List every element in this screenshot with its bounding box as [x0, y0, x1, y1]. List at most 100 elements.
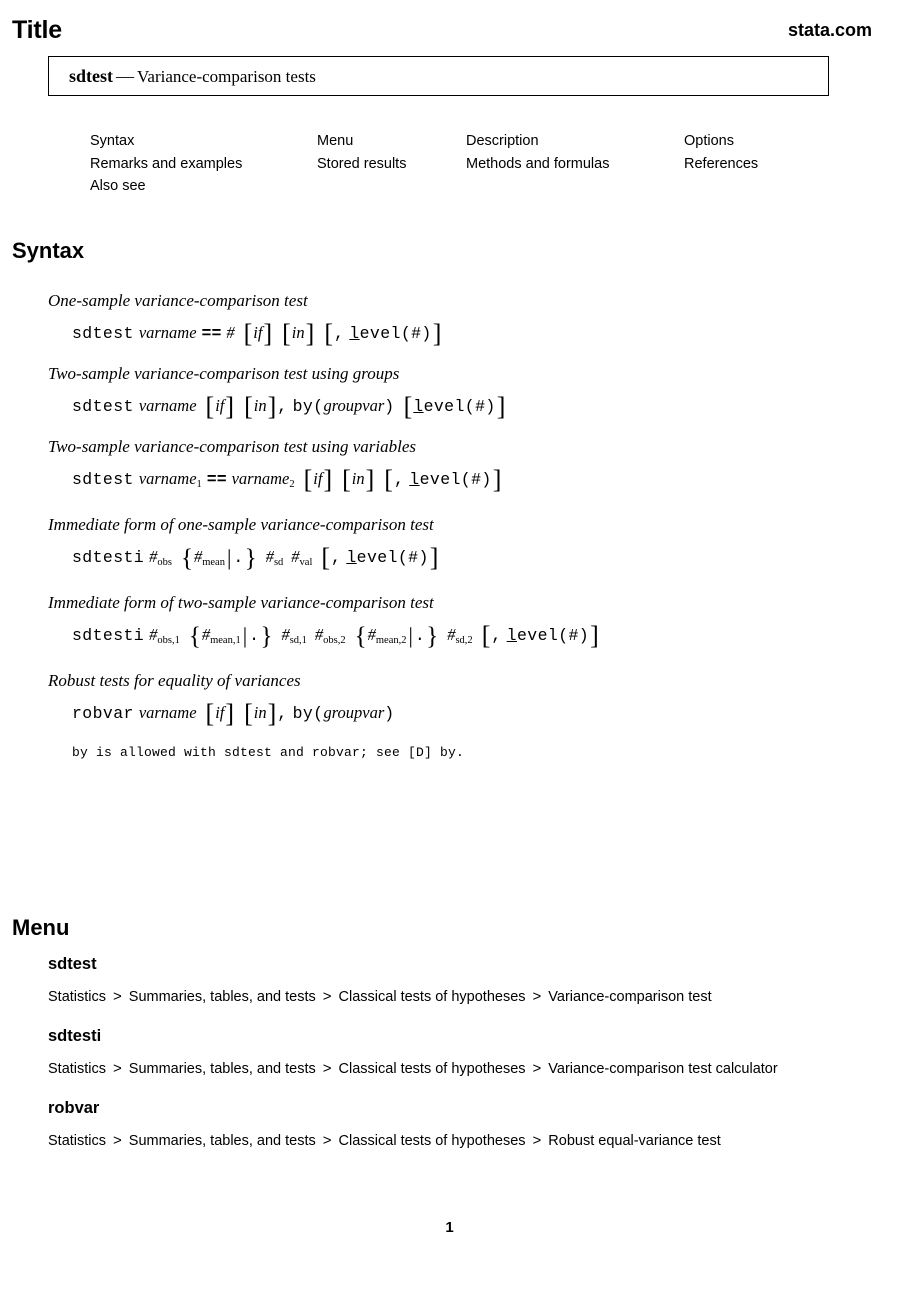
syntax-option-abbrev: l [349, 324, 360, 343]
subscript: mean [202, 557, 225, 568]
bracket-close-icon: ] [365, 465, 375, 494]
syntax-note: by is allowed with sdtest and robvar; se… [72, 745, 465, 760]
menu-entry-robvar: robvar Statistics > Summaries, tables, and… [0, 1096, 899, 1152]
menu-path-item: Variance-comparison test [548, 989, 712, 1005]
bracket-open-icon: [ [384, 465, 393, 494]
bracket-close-icon: ] [267, 699, 277, 728]
syntax-equality-operator: == [201, 324, 222, 343]
syntax-option-level: evel(#) [356, 548, 429, 567]
menu-entry-sdtest: sdtest Statistics > Summaries, tables, and… [0, 952, 899, 1008]
syntax-comma: , [491, 626, 502, 645]
bracket-close-icon: ] [432, 319, 442, 348]
bracket-close-icon: ] [225, 392, 235, 421]
menu-separator-icon: > [113, 1132, 122, 1149]
bracket-open-icon: [ [303, 465, 313, 494]
menu-path-item: Robust equal-variance test [548, 1133, 721, 1149]
brace-open-icon: { [180, 545, 193, 572]
syntax-in: in [291, 323, 305, 342]
toc-column-1: Syntax Remarks and examples Also see [90, 130, 242, 198]
subscript: obs,1 [157, 635, 180, 646]
toc-link-menu[interactable]: Menu [317, 130, 406, 153]
menu-path-item: Classical tests of hypotheses [338, 989, 526, 1005]
subscript: val [299, 557, 313, 568]
bracket-open-icon: [ [205, 699, 215, 728]
menu-command-name: sdtest [48, 955, 97, 973]
toc-link-references[interactable]: References [684, 153, 758, 176]
toc-link-methods-and-formulas[interactable]: Methods and formulas [466, 153, 609, 176]
toc-link-remarks-and-examples[interactable]: Remarks and examples [90, 153, 242, 176]
syntax-line: sdtest varname [if] [in], by(groupvar) [level… [72, 391, 899, 422]
syntax-command: sdtest [72, 324, 134, 343]
pipe-icon: | [242, 623, 248, 648]
bracket-close-icon: ] [323, 465, 333, 494]
section-heading-menu: Menu [12, 915, 70, 940]
syntax-option-level: evel(#) [423, 397, 496, 416]
syntax-dot: . [233, 548, 244, 567]
menu-separator-icon: > [322, 1060, 332, 1077]
menu-path-item: Summaries, tables, and tests [128, 989, 316, 1005]
syntax-hash-obs-1: #obs,1 [149, 625, 180, 646]
syntax-line: robvar varname [if] [in], by(groupvar) [72, 698, 899, 729]
syntax-command: sdtest [72, 397, 134, 416]
syntax-section: One-sample variance-comparison test sdte… [0, 288, 899, 760]
bracket-open-icon: [ [324, 319, 333, 348]
syntax-label: Robust tests for equality of variances [48, 671, 301, 690]
menu-separator-icon: > [322, 1132, 332, 1149]
toc-link-description[interactable]: Description [466, 130, 609, 153]
syntax-option-level: evel(#) [516, 626, 590, 645]
subscript: obs [157, 557, 172, 568]
syntax-option-abbrev: l [346, 548, 357, 567]
syntax-hash-obs: #obs [149, 547, 172, 568]
entry-dash: — [116, 66, 134, 86]
bracket-close-icon: ] [496, 392, 506, 421]
syntax-hash-sd: #sd [265, 547, 284, 568]
subscript: mean,1 [210, 635, 241, 646]
menu-path-item: Summaries, tables, and tests [128, 1061, 316, 1077]
syntax-label: One-sample variance-comparison test [48, 291, 308, 310]
toc-link-options[interactable]: Options [684, 130, 758, 153]
bracket-open-icon: [ [244, 392, 253, 421]
menu-separator-icon: > [113, 988, 122, 1005]
subscript: 2 [289, 479, 295, 490]
syntax-comma: , [277, 397, 288, 416]
menu-path-item: Classical tests of hypotheses [338, 1133, 526, 1149]
entry-title-text: sdtest — Variance-comparison tests [69, 66, 316, 87]
syntax-label: Two-sample variance-comparison test usin… [48, 437, 416, 456]
bracket-close-icon: ] [263, 319, 273, 348]
syntax-command: sdtest [72, 470, 134, 489]
syntax-if: if [215, 703, 225, 722]
syntax-hash-val: #val [291, 547, 313, 568]
subscript: 1 [196, 479, 202, 490]
syntax-option-level: evel(#) [359, 324, 432, 343]
syntax-group-one-sample: One-sample variance-comparison test sdte… [0, 288, 899, 349]
toc-link-stored-results[interactable]: Stored results [317, 153, 406, 176]
toc-link-syntax[interactable]: Syntax [90, 130, 242, 153]
bracket-open-icon: [ [205, 392, 215, 421]
subscript: sd [273, 557, 284, 568]
syntax-comma: , [331, 548, 342, 567]
syntax-hash-sd-2: #sd,2 [447, 625, 473, 646]
syntax-by-option: by( [292, 397, 324, 416]
page-title: Title [12, 16, 62, 44]
bracket-close-icon: ] [267, 392, 277, 421]
toc-link-also-see[interactable]: Also see [90, 175, 242, 198]
syntax-groupvar: groupvar [323, 703, 385, 722]
toc-column-4: Options References [684, 130, 758, 175]
entry-command-name: sdtest [69, 66, 113, 86]
document-page: Title stata.com sdtest — Variance-comparis… [0, 0, 899, 1315]
syntax-command: robvar [72, 704, 134, 723]
syntax-comma: , [393, 470, 405, 489]
syntax-paren-close: ) [384, 704, 395, 723]
menu-command-name: sdtesti [48, 1027, 102, 1045]
syntax-option-abbrev: l [506, 626, 517, 645]
syntax-label: Two-sample variance-comparison test usin… [48, 364, 400, 383]
syntax-group-two-sample-groups: Two-sample variance-comparison test usin… [0, 361, 899, 422]
menu-command-name: robvar [48, 1099, 100, 1117]
stata-com-link[interactable]: stata.com [788, 20, 872, 41]
syntax-group-robvar: Robust tests for equality of variances r… [0, 668, 899, 729]
brace-close-icon: } [244, 545, 257, 572]
bracket-close-icon: ] [492, 465, 502, 494]
brace-open-icon: { [354, 623, 367, 650]
syntax-hash-obs-2: #obs,2 [314, 625, 346, 646]
syntax-command: sdtesti [72, 548, 145, 567]
